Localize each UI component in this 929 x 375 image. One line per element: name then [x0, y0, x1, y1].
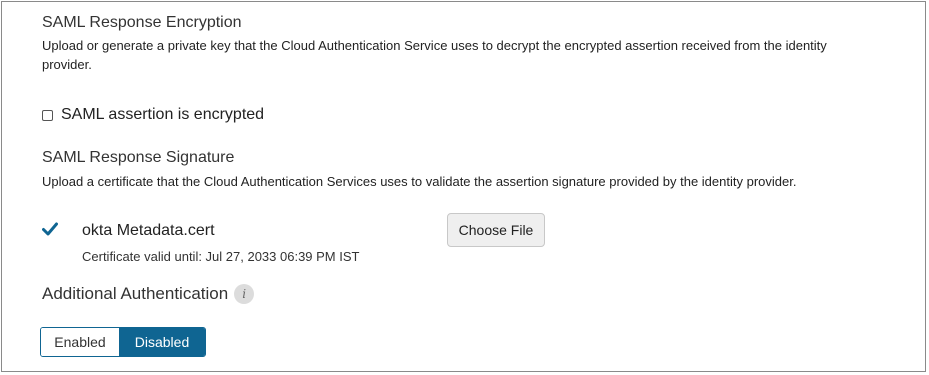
additional-auth-toggle: Enabled Disabled — [40, 327, 206, 357]
additional-auth-title: Additional Authentication — [42, 284, 229, 303]
encrypted-assertion-label[interactable]: SAML assertion is encrypted — [61, 106, 264, 124]
encryption-title: SAML Response Encryption — [42, 14, 242, 31]
checkmark-icon — [42, 222, 58, 236]
encrypted-assertion-row[interactable]: SAML assertion is encrypted — [42, 106, 264, 124]
signature-description: Upload a certificate that the Cloud Auth… — [42, 174, 797, 189]
signature-title: SAML Response Signature — [42, 149, 235, 166]
certificate-validity: Certificate valid until: Jul 27, 2033 06… — [82, 249, 360, 264]
additional-auth-header: Additional Authentication i — [42, 284, 255, 304]
encrypted-assertion-checkbox[interactable] — [42, 109, 53, 121]
info-icon[interactable]: i — [234, 284, 255, 304]
disabled-option[interactable]: Disabled — [119, 328, 205, 356]
choose-file-button[interactable]: Choose File — [447, 213, 545, 247]
settings-panel: SAML Response Encryption Upload or gener… — [1, 1, 926, 372]
certificate-name: okta Metadata.cert — [82, 222, 215, 239]
encryption-description: Upload or generate a private key that th… — [42, 38, 827, 72]
enabled-option[interactable]: Enabled — [41, 328, 119, 356]
